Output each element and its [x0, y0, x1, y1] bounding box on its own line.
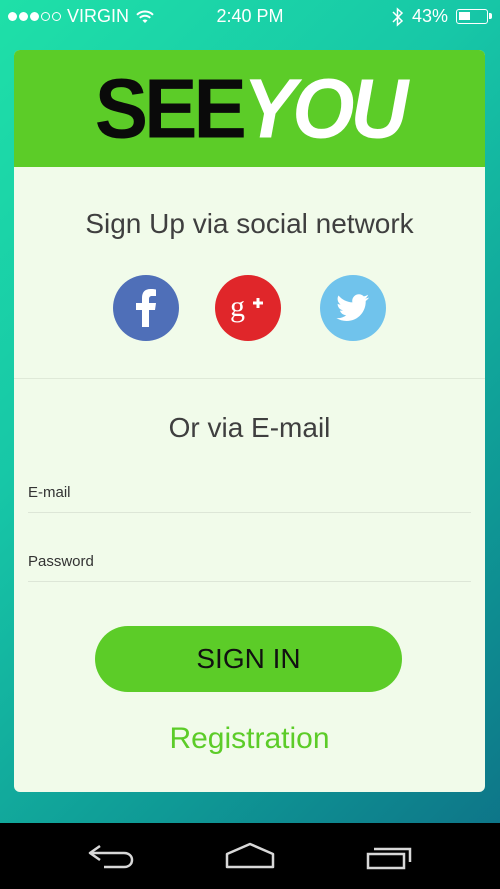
recent-apps-icon — [366, 847, 412, 870]
twitter-button[interactable] — [320, 275, 386, 341]
email-input[interactable] — [28, 502, 471, 513]
facebook-button[interactable] — [113, 275, 179, 341]
social-buttons: g — [14, 275, 485, 341]
password-field-group: Password — [28, 553, 471, 582]
email-label: E-mail — [28, 484, 71, 501]
registration-link[interactable]: Registration — [14, 722, 485, 756]
home-button[interactable] — [220, 839, 280, 873]
password-label: Password — [28, 553, 94, 570]
logo-bar: SEEYOU — [14, 50, 485, 167]
password-input[interactable] — [28, 571, 471, 582]
sign-in-button[interactable]: SIGN IN — [95, 626, 402, 692]
section-divider — [14, 378, 485, 379]
navigation-bar — [0, 823, 500, 889]
svg-text:g: g — [230, 291, 245, 323]
battery-percent: 43% — [411, 6, 448, 26]
signup-card: SEEYOU Sign Up via social network g Or v… — [14, 50, 485, 792]
email-field-group: E-mail — [28, 484, 471, 513]
back-icon — [88, 844, 134, 869]
logo-you: YOU — [242, 61, 408, 155]
status-bar: VIRGIN 2:40 PM 43% — [0, 0, 500, 34]
bluetooth-icon — [392, 6, 404, 27]
facebook-icon — [136, 289, 156, 327]
battery-icon — [456, 9, 492, 24]
social-signup-title: Sign Up via social network — [85, 208, 414, 239]
recent-apps-button[interactable] — [360, 839, 420, 873]
home-icon — [225, 842, 275, 869]
logo-see: SEE — [94, 61, 247, 155]
google-plus-icon: g — [230, 291, 263, 323]
battery-level — [459, 12, 471, 20]
back-button[interactable] — [81, 839, 141, 873]
email-signup-title: Or via E-mail — [168, 412, 331, 443]
twitter-icon — [336, 294, 369, 321]
google-plus-button[interactable]: g — [215, 275, 281, 341]
status-right: 43% — [392, 6, 492, 27]
app-logo: SEEYOU — [94, 60, 408, 157]
